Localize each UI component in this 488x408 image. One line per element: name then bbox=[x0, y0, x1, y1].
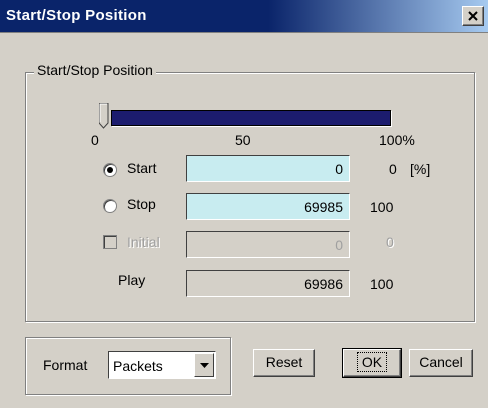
format-select[interactable]: Packets bbox=[108, 351, 216, 379]
format-dropdown-button[interactable] bbox=[194, 353, 214, 377]
group-label: Start/Stop Position bbox=[34, 62, 156, 78]
title-bar: Start/Stop Position bbox=[0, 0, 488, 33]
play-value: 69986 bbox=[186, 270, 350, 297]
cancel-button-label: Cancel bbox=[419, 354, 463, 370]
play-percent: 100 bbox=[370, 276, 394, 292]
format-label: Format bbox=[43, 357, 88, 373]
stop-label: Stop bbox=[127, 196, 156, 212]
stop-input[interactable]: 69985 bbox=[186, 193, 350, 220]
start-radio[interactable] bbox=[103, 163, 117, 177]
initial-label: Initial bbox=[127, 234, 160, 250]
start-radio-dot bbox=[107, 167, 113, 173]
start-unit: [%] bbox=[410, 161, 431, 177]
play-label: Play bbox=[118, 272, 146, 288]
reset-button-label: Reset bbox=[265, 354, 303, 370]
cancel-button[interactable]: Cancel bbox=[409, 349, 473, 377]
close-icon bbox=[468, 11, 478, 21]
format-select-value: Packets bbox=[113, 358, 163, 374]
ok-button[interactable]: OK bbox=[342, 348, 402, 378]
initial-input: 0 bbox=[186, 231, 350, 258]
slider-tick-mid: 50 bbox=[235, 132, 251, 148]
slider-thumb[interactable] bbox=[99, 103, 109, 129]
initial-percent: 0 bbox=[386, 234, 394, 250]
ok-button-label: OK bbox=[356, 352, 388, 372]
slider-tick-min: 0 bbox=[91, 132, 99, 148]
slider-tick-max: 100% bbox=[379, 132, 415, 148]
start-percent: 0 bbox=[389, 161, 397, 177]
chevron-down-icon bbox=[199, 362, 209, 368]
initial-checkbox[interactable] bbox=[103, 235, 117, 249]
window-title: Start/Stop Position bbox=[6, 7, 147, 24]
position-slider-track[interactable] bbox=[111, 110, 391, 126]
reset-button[interactable]: Reset bbox=[253, 349, 315, 377]
start-input[interactable]: 0 bbox=[186, 155, 350, 182]
start-label: Start bbox=[127, 160, 157, 176]
stop-percent: 100 bbox=[370, 199, 394, 215]
close-button[interactable] bbox=[462, 6, 484, 26]
stop-radio[interactable] bbox=[103, 199, 117, 213]
